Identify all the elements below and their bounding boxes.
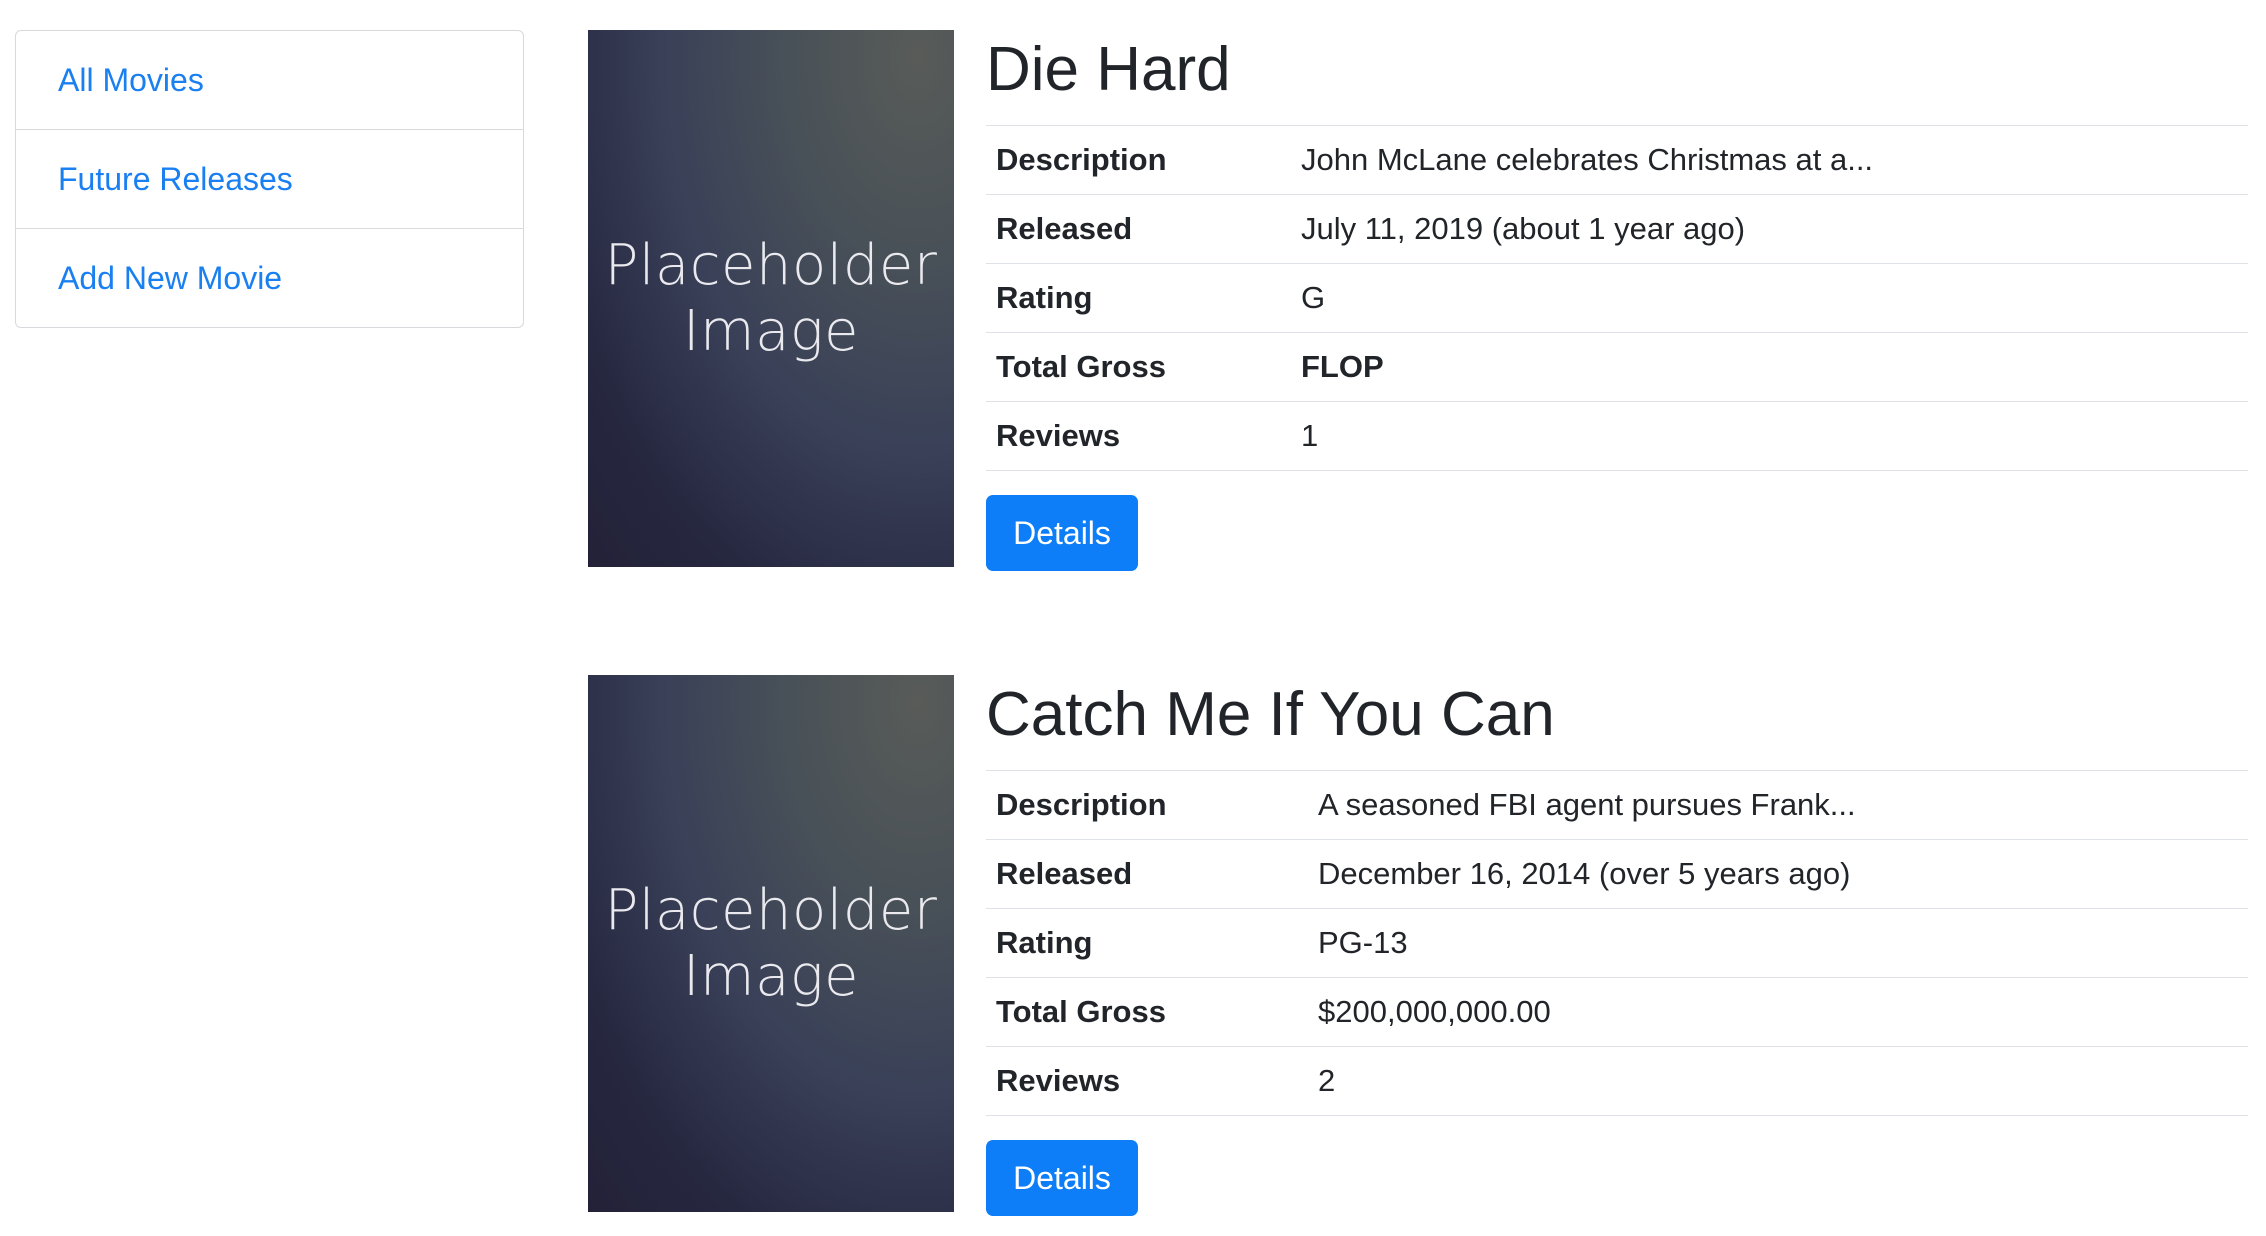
sidebar-nav: All Movies Future Releases Add New Movie xyxy=(15,30,524,328)
movie-details-table: Description John McLane celebrates Chris… xyxy=(986,125,2248,471)
row-value: FLOP xyxy=(1291,332,2248,402)
row-value: July 11, 2019 (about 1 year ago) xyxy=(1291,194,2248,264)
table-row: Total Gross $200,000,000.00 xyxy=(986,977,2248,1047)
row-value: A seasoned FBI agent pursues Frank... xyxy=(1308,770,2248,840)
details-button[interactable]: Details xyxy=(986,495,1138,571)
movie-info: Die Hard Description John McLane celebra… xyxy=(986,30,2248,571)
row-key: Description xyxy=(986,125,1291,195)
table-row: Total Gross FLOP xyxy=(986,332,2248,402)
poster-placeholder-text: Image xyxy=(683,943,859,1009)
row-key: Rating xyxy=(986,263,1291,333)
row-key: Reviews xyxy=(986,401,1291,471)
table-row: Description John McLane celebrates Chris… xyxy=(986,125,2248,195)
sidebar-item-future-releases[interactable]: Future Releases xyxy=(16,129,523,228)
row-value: John McLane celebrates Christmas at a... xyxy=(1291,125,2248,195)
poster-placeholder-text: Image xyxy=(683,298,859,364)
row-key: Description xyxy=(986,770,1308,840)
row-key: Reviews xyxy=(986,1046,1308,1116)
table-row: Reviews 2 xyxy=(986,1046,2248,1116)
row-key: Released xyxy=(986,194,1291,264)
row-value: 2 xyxy=(1308,1046,2248,1116)
movie-poster-image: Placeholder Image xyxy=(588,675,954,1212)
movie-details-table: Description A seasoned FBI agent pursues… xyxy=(986,770,2248,1116)
row-key: Rating xyxy=(986,908,1308,978)
row-value: PG-13 xyxy=(1308,908,2248,978)
movie-info: Catch Me If You Can Description A season… xyxy=(986,675,2248,1216)
sidebar-item-all-movies[interactable]: All Movies xyxy=(16,31,523,129)
table-row: Rating G xyxy=(986,263,2248,333)
row-value: 1 xyxy=(1291,401,2248,471)
poster-placeholder-text: Placeholder xyxy=(604,232,938,298)
movie-poster-image: Placeholder Image xyxy=(588,30,954,567)
table-row: Released December 16, 2014 (over 5 years… xyxy=(986,839,2248,909)
row-key: Total Gross xyxy=(986,977,1308,1047)
details-button[interactable]: Details xyxy=(986,1140,1138,1216)
poster-placeholder-text: Placeholder xyxy=(604,877,938,943)
sidebar-item-add-new-movie[interactable]: Add New Movie xyxy=(16,228,523,327)
row-key: Total Gross xyxy=(986,332,1291,402)
row-value: December 16, 2014 (over 5 years ago) xyxy=(1308,839,2248,909)
table-row: Released July 11, 2019 (about 1 year ago… xyxy=(986,194,2248,264)
table-row: Description A seasoned FBI agent pursues… xyxy=(986,770,2248,840)
table-row: Rating PG-13 xyxy=(986,908,2248,978)
movie-title: Die Hard xyxy=(986,35,1231,104)
row-key: Released xyxy=(986,839,1308,909)
row-value: G xyxy=(1291,263,2248,333)
table-row: Reviews 1 xyxy=(986,401,2248,471)
row-value: $200,000,000.00 xyxy=(1308,977,2248,1047)
movie-title: Catch Me If You Can xyxy=(986,680,1555,749)
